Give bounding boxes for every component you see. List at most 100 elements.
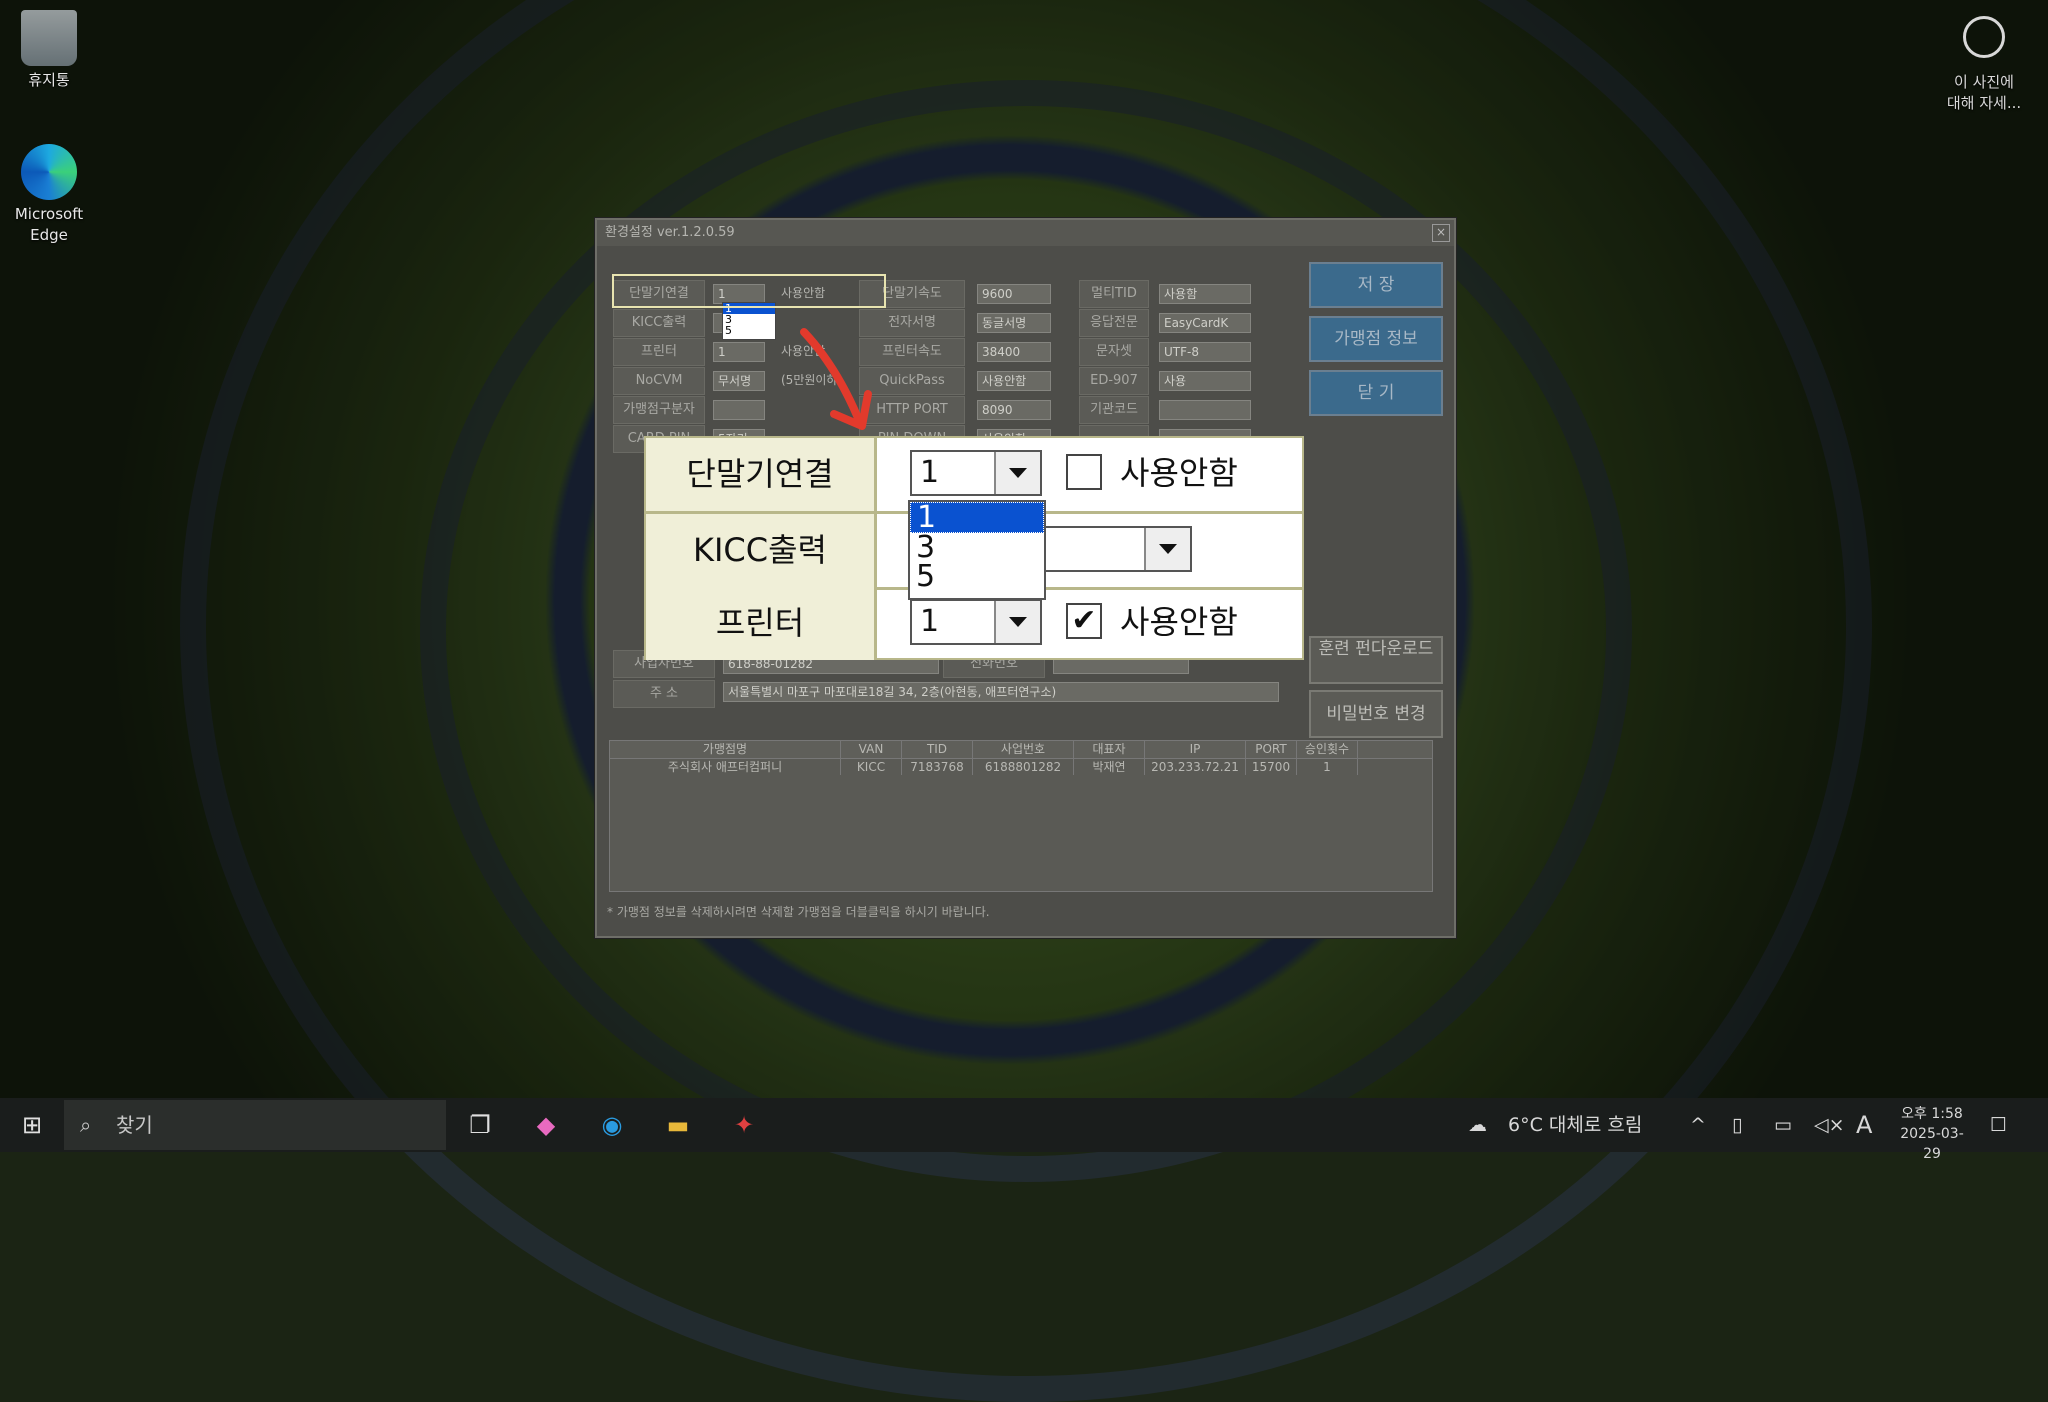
zoom-printer-combo[interactable]: 1 bbox=[910, 599, 1042, 645]
table-header-cell[interactable]: VAN bbox=[841, 741, 902, 758]
setting-combo[interactable]: 사용함 bbox=[1159, 284, 1251, 304]
chevron-down-icon[interactable] bbox=[994, 601, 1040, 643]
setting-combo[interactable]: 무서명 bbox=[713, 371, 765, 391]
table-header-cell[interactable]: 승인횟수 bbox=[1297, 741, 1358, 758]
taskbar: ⊞ ⌕ 찾기 ❐ ◆ ◉ ▬ ✦ ☁ 6°C 대체로 흐림 ^ ▯ ▭ ◁× A… bbox=[0, 1098, 2048, 1162]
search-placeholder: 찾기 bbox=[116, 1113, 153, 1137]
setting-label: 가맹점구분자 bbox=[613, 396, 705, 424]
weather-text[interactable]: 6°C 대체로 흐림 bbox=[1508, 1098, 1642, 1152]
setting-combo[interactable]: UTF-8 bbox=[1159, 342, 1251, 362]
settings-row: 프린터 1 프린터속도 38400 문자셋 UTF-8 사용안함 bbox=[613, 338, 1295, 366]
edge-label: Microsoft Edge bbox=[14, 205, 84, 244]
meeting-icon[interactable]: ▯ bbox=[1732, 1098, 1742, 1152]
task-view-icon[interactable]: ❐ bbox=[464, 1109, 496, 1141]
table-cell: 주식회사 애프터컴퍼니 bbox=[610, 759, 841, 775]
zoom-option-5[interactable]: 5 bbox=[910, 562, 1044, 592]
search-icon: ⌕ bbox=[80, 1113, 92, 1137]
table-cell: KICC bbox=[841, 759, 902, 775]
edge-taskbar-icon[interactable]: ◉ bbox=[596, 1109, 628, 1141]
copilot-icon[interactable]: ◆ bbox=[530, 1109, 562, 1141]
zoom-terminal-checkbox[interactable] bbox=[1066, 454, 1102, 490]
dialog-close-button[interactable]: 닫 기 bbox=[1309, 370, 1443, 416]
clock-date: 2025-03-29 bbox=[1900, 1126, 1964, 1162]
windows-start-icon[interactable]: ⊞ bbox=[16, 1109, 48, 1141]
setting-label: KICC출력 bbox=[613, 309, 705, 337]
setting-label: 프린터 bbox=[613, 338, 705, 366]
setting-label: 멀티TID bbox=[1079, 280, 1149, 308]
store-info-button[interactable]: 가맹점 정보 bbox=[1309, 316, 1443, 362]
zoom-terminal-check-label: 사용안함 bbox=[1120, 454, 1238, 492]
photo-info-label: 이 사진에 대해 자세... bbox=[1946, 73, 2022, 112]
setting-combo[interactable]: 8090 bbox=[977, 400, 1051, 420]
setting-combo[interactable]: 38400 bbox=[977, 342, 1051, 362]
chevron-down-icon[interactable] bbox=[994, 452, 1040, 494]
camera-icon bbox=[1963, 16, 2005, 58]
settings-row: NoCVM 무서명 QuickPass 사용안함 ED-907 사용 (5만원이하) bbox=[613, 367, 1295, 395]
table-header-cell[interactable]: PORT bbox=[1246, 741, 1297, 758]
notification-icon[interactable]: ☐ bbox=[1990, 1098, 2007, 1152]
network-icon[interactable]: ▭ bbox=[1774, 1098, 1792, 1152]
weather-icon[interactable]: ☁ bbox=[1468, 1098, 1487, 1152]
setting-label: ED-907 bbox=[1079, 367, 1149, 395]
setting-combo[interactable]: 동글서명 bbox=[977, 313, 1051, 333]
clock[interactable]: 오후 1:58 2025-03-29 bbox=[1892, 1104, 1972, 1164]
edge-shortcut[interactable]: Microsoft Edge bbox=[4, 144, 94, 246]
clock-time: 오후 1:58 bbox=[1901, 1106, 1963, 1122]
edge-icon bbox=[21, 144, 77, 200]
setting-label: NoCVM bbox=[613, 367, 705, 395]
highlight-box bbox=[612, 274, 886, 308]
table-header-cell[interactable]: 사업번호 bbox=[973, 741, 1074, 758]
table-header-cell[interactable]: 가맹점명 bbox=[610, 741, 841, 758]
setting-label: 기관코드 bbox=[1079, 396, 1149, 424]
training-download-button[interactable]: 훈련 펀다운로드 bbox=[1309, 636, 1443, 684]
table-cell: 박재연 bbox=[1074, 759, 1145, 775]
setting-combo[interactable] bbox=[713, 400, 765, 420]
zoom-printer-value: 1 bbox=[920, 604, 940, 639]
chevron-down-icon[interactable] bbox=[1144, 528, 1190, 570]
zoom-printer-check-label: 사용안함 bbox=[1120, 603, 1238, 641]
pos-app-icon[interactable]: ✦ bbox=[728, 1109, 760, 1141]
zoom-kicc-label: KICC출력 bbox=[646, 514, 877, 587]
zoom-printer-label: 프린터 bbox=[646, 587, 877, 660]
setting-label: 문자셋 bbox=[1079, 338, 1149, 366]
volume-mute-icon[interactable]: ◁× bbox=[1814, 1098, 1845, 1152]
zoom-printer-checkbox[interactable]: ✔ bbox=[1066, 603, 1102, 639]
setting-combo[interactable]: 9600 bbox=[977, 284, 1051, 304]
setting-combo[interactable]: 1 bbox=[713, 342, 765, 362]
settings-row: 가맹점구분자 HTTP PORT 8090 기관코드 bbox=[613, 396, 1295, 424]
address-label: 주 소 bbox=[613, 680, 715, 708]
table-cell: 203.233.72.21 bbox=[1145, 759, 1246, 775]
table-header-cell[interactable]: IP bbox=[1145, 741, 1246, 758]
save-button[interactable]: 저 장 bbox=[1309, 262, 1443, 308]
pointer-arrow-icon bbox=[800, 328, 872, 430]
zoom-option-3[interactable]: 3 bbox=[910, 533, 1044, 563]
zoom-terminal-combo[interactable]: 1 bbox=[910, 450, 1042, 496]
zoom-terminal-value: 1 bbox=[920, 455, 940, 490]
chevron-up-icon[interactable]: ^ bbox=[1690, 1098, 1706, 1152]
photo-info-button[interactable]: 이 사진에 대해 자세... bbox=[1934, 16, 2034, 114]
table-cell: 7183768 bbox=[902, 759, 973, 775]
dialog-close-icon[interactable]: × bbox=[1432, 224, 1450, 242]
zoom-dropdown-list[interactable]: 1 3 5 bbox=[908, 500, 1046, 600]
setting-combo[interactable] bbox=[1159, 400, 1251, 420]
table-row[interactable]: 주식회사 애프터컴퍼니 KICC 7183768 6188801282 박재연 203.2… bbox=[610, 759, 1432, 775]
settings-row: KICC출력 전자서명 동글서명 응답전문 EasyCardK bbox=[613, 309, 1295, 337]
ime-indicator[interactable]: A bbox=[1856, 1098, 1872, 1152]
file-explorer-icon[interactable]: ▬ bbox=[662, 1109, 694, 1141]
store-table: 가맹점명 VAN TID 사업번호 대표자 IP PORT 승인횟수 주식회사 애프터컴퍼니 K… bbox=[609, 740, 1433, 892]
recycle-bin-icon bbox=[21, 10, 77, 66]
taskbar-search[interactable]: ⌕ 찾기 bbox=[64, 1100, 446, 1150]
recycle-bin-label: 휴지통 bbox=[28, 71, 70, 89]
setting-combo[interactable]: EasyCardK bbox=[1159, 313, 1251, 333]
address-field[interactable]: 서울특별시 마포구 마포대로18길 34, 2층(아현동, 애프터연구소) bbox=[723, 682, 1279, 702]
setting-label: 응답전문 bbox=[1079, 309, 1149, 337]
zoom-option-1[interactable]: 1 bbox=[910, 502, 1044, 533]
table-header: 가맹점명 VAN TID 사업번호 대표자 IP PORT 승인횟수 bbox=[610, 741, 1432, 759]
setting-combo[interactable]: 사용안함 bbox=[977, 371, 1051, 391]
table-header-cell[interactable]: 대표자 bbox=[1074, 741, 1145, 758]
recycle-bin-shortcut[interactable]: 휴지통 bbox=[4, 10, 94, 91]
small-option-5[interactable]: 5 bbox=[723, 325, 775, 336]
setting-combo[interactable]: 사용 bbox=[1159, 371, 1251, 391]
change-password-button[interactable]: 비밀번호 변경 bbox=[1309, 690, 1443, 738]
table-header-cell[interactable]: TID bbox=[902, 741, 973, 758]
